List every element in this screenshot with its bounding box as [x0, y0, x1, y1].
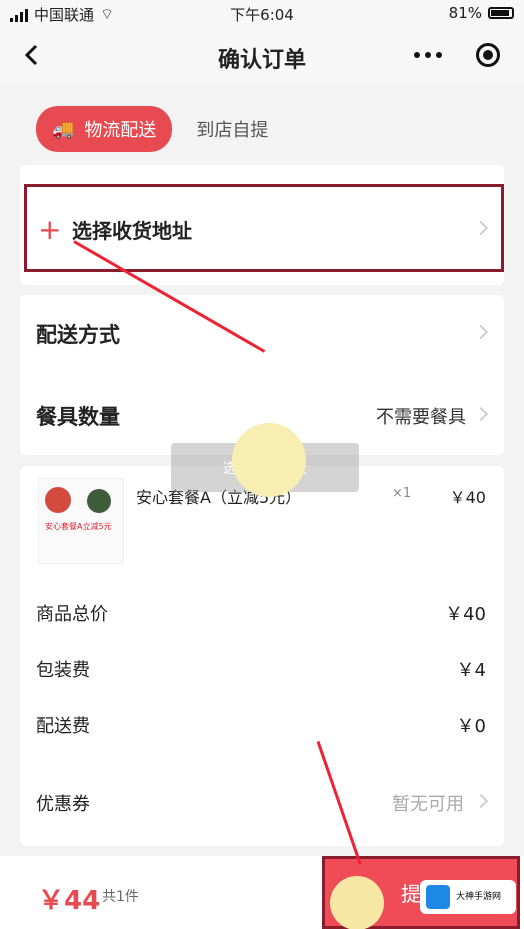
tab-pickup[interactable]: 到店自提 — [196, 116, 268, 142]
battery-percent: 81% — [448, 4, 482, 22]
fee-packaging-label: 包装费 — [36, 660, 90, 681]
mascot-icon — [232, 423, 306, 497]
tab-delivery[interactable]: 🚚 物流配送 — [36, 106, 173, 152]
tab-delivery-label: 物流配送 — [84, 120, 157, 141]
watermark-logo-icon — [426, 885, 450, 909]
coupon-label: 优惠券 — [36, 794, 90, 815]
highlight-box — [24, 184, 504, 272]
item-count: 共1件 — [102, 889, 139, 905]
product-thumbnail: 安心套餐A立减5元 — [38, 478, 124, 564]
product-price: ￥40 — [449, 488, 486, 507]
tableware-label[interactable]: 餐具数量 — [36, 401, 120, 431]
chevron-right-icon — [473, 324, 489, 340]
fee-row-shipping: 配送费 ￥0 — [36, 712, 486, 738]
chevron-right-icon — [473, 406, 489, 422]
close-miniapp-icon[interactable] — [476, 43, 500, 67]
thumb-text: 安心套餐A立减5元 — [45, 522, 112, 531]
delivery-method-label[interactable]: 配送方式 — [36, 319, 120, 349]
fee-total-label: 商品总价 — [36, 604, 108, 625]
fee-row-total: 商品总价 ￥40 — [36, 600, 486, 626]
fee-shipping-value: ￥0 — [456, 716, 486, 737]
watermark-text: 大神手游网 — [456, 892, 502, 902]
total-price: ￥44 — [38, 886, 101, 916]
product-quantity: ×1 — [392, 486, 412, 501]
fee-packaging-value: ￥4 — [456, 660, 486, 681]
truck-icon: 🚚 — [52, 118, 75, 140]
status-bar: 中国联通 ⌔ 下午6:04 81% — [0, 0, 524, 28]
clock: 下午6:04 — [230, 6, 294, 24]
delivery-tabs: 🚚 物流配送 到店自提 — [36, 106, 268, 152]
tableware-value[interactable]: 不需要餐具 — [376, 403, 466, 429]
fee-total-value: ￥40 — [445, 604, 486, 625]
mascot-icon — [330, 876, 384, 929]
watermark: 大神手游网 — [420, 880, 516, 914]
nav-bar: 确认订单 — [0, 28, 524, 84]
fee-row-packaging: 包装费 ￥4 — [36, 656, 486, 682]
coupon-value: 暂无可用 — [392, 794, 464, 815]
order-card: 安心套餐A立减5元 安心套餐A（立减5元） ×1 ￥40 商品总价 ￥40 包装… — [20, 466, 504, 846]
page-title: 确认订单 — [217, 48, 306, 73]
more-icon[interactable] — [414, 52, 442, 58]
fee-shipping-label: 配送费 — [36, 716, 90, 737]
coupon-row[interactable]: 优惠券 暂无可用 — [36, 790, 486, 816]
battery-icon — [488, 7, 514, 19]
